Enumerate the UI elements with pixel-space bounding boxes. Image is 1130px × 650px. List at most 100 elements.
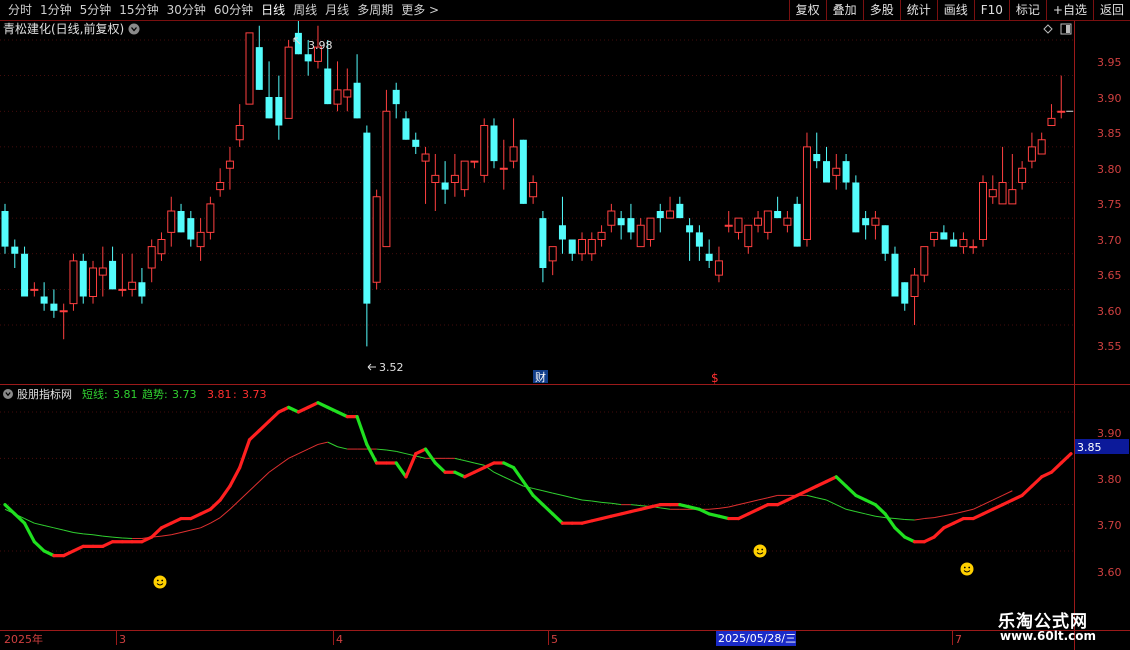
tab-15min[interactable]: 15分钟 — [115, 0, 162, 20]
candle-body — [1, 211, 9, 247]
stats-button[interactable]: 统计 — [899, 0, 937, 20]
short-line-segment — [208, 498, 222, 511]
short-line-segment — [932, 526, 946, 539]
short-line-segment — [355, 415, 369, 447]
candle-body — [363, 132, 371, 304]
tab-daily[interactable]: 日线 — [257, 0, 289, 20]
diamond-icon[interactable] — [1043, 24, 1053, 34]
multi-stock-button[interactable]: 多股 — [862, 0, 900, 20]
fuquan-button[interactable]: 复权 — [788, 0, 826, 20]
candle-body — [587, 239, 596, 255]
candle-body — [206, 203, 215, 233]
trend-line-segment — [924, 517, 935, 520]
f10-button[interactable]: F10 — [973, 0, 1009, 20]
tab-1min[interactable]: 1分钟 — [36, 0, 76, 20]
back-button[interactable]: 返回 — [1092, 0, 1130, 20]
short-line-segment — [697, 507, 711, 516]
trend-line-segment — [630, 504, 641, 507]
title-dropdown-icon[interactable] — [128, 23, 140, 35]
indicator-dropdown-icon[interactable] — [3, 389, 13, 399]
period-toolbar: 分时 1分钟 5分钟 15分钟 30分钟 60分钟 日线 周线 月线 多周期 更… — [0, 0, 1130, 21]
short-line-segment — [22, 521, 36, 544]
tab-multi-period[interactable]: 多周期 — [353, 0, 397, 20]
candle-body — [627, 218, 635, 233]
candle-body — [910, 274, 919, 297]
candle-body — [147, 246, 156, 269]
candle-body — [372, 196, 381, 283]
candle-body — [304, 54, 312, 62]
trend-line-segment — [542, 490, 553, 494]
candle-body — [548, 246, 557, 262]
short-line-segment — [1059, 452, 1073, 465]
trend-line-segment — [34, 522, 45, 526]
short-line-segment — [287, 405, 300, 414]
add-watchlist-button[interactable]: +自选 — [1045, 0, 1093, 20]
candle-body — [177, 211, 185, 233]
trend-line-segment — [748, 499, 759, 503]
short-line-segment — [472, 465, 486, 474]
tab-60min[interactable]: 60分钟 — [210, 0, 257, 20]
short-line-segment — [296, 405, 310, 414]
overlay-button[interactable]: 叠加 — [825, 0, 863, 20]
candle-body — [98, 267, 107, 276]
short-line-segment — [247, 428, 261, 442]
tab-fenshi[interactable]: 分时 — [4, 0, 36, 20]
candle-body — [529, 182, 538, 198]
trend-line-segment — [552, 492, 563, 496]
x-axis-label: 5 — [551, 633, 558, 646]
draw-line-button[interactable]: 画线 — [936, 0, 974, 20]
tab-30min[interactable]: 30分钟 — [163, 0, 210, 20]
mark-button[interactable]: 标记 — [1008, 0, 1046, 20]
trend-line-segment — [943, 513, 954, 517]
candle-body — [891, 253, 899, 297]
candle-body — [324, 68, 332, 105]
short-line-segment — [1010, 493, 1024, 502]
stock-chart[interactable]: 青松建化(日线,前复权) 3.95 3.90 3.85 3.80 3.75 3.… — [0, 21, 1130, 650]
candle-body — [421, 153, 430, 162]
panel-toggle-icon[interactable] — [1060, 23, 1072, 35]
trend-line-segment — [493, 471, 504, 478]
candle-body — [568, 239, 576, 254]
trend-line-segment — [288, 453, 299, 459]
y-tick-label: 3.55 — [1097, 340, 1122, 353]
trend-line-segment — [327, 441, 338, 448]
short-line-segment — [62, 549, 76, 558]
candle-body — [930, 231, 939, 240]
candle-body — [187, 218, 195, 240]
candle-body — [40, 296, 48, 304]
tab-more[interactable]: 更多 > — [397, 0, 443, 20]
candle-body — [490, 125, 498, 162]
trend-line-segment — [464, 460, 475, 464]
short-line-segment — [199, 507, 212, 516]
short-line-segment — [335, 410, 349, 419]
trend-line-segment — [83, 533, 94, 536]
short-line-segment — [903, 535, 917, 544]
tab-monthly[interactable]: 月线 — [321, 0, 353, 20]
y-tick-label: 3.85 — [1097, 127, 1122, 140]
candle-body — [245, 32, 254, 105]
candle-body — [852, 182, 860, 233]
trend-line-segment — [709, 507, 719, 510]
tab-weekly[interactable]: 周线 — [289, 0, 321, 20]
trend-line-segment — [1002, 490, 1013, 496]
candle-body — [118, 288, 127, 291]
short-line-segment — [306, 401, 320, 409]
tab-5min[interactable]: 5分钟 — [76, 0, 116, 20]
short-line-segment — [873, 503, 887, 516]
candle-body — [412, 139, 420, 147]
candle-body — [431, 174, 440, 183]
candle-body — [21, 253, 29, 297]
trend-line-segment — [386, 449, 397, 452]
short-line-segment — [981, 507, 995, 516]
short-line-segment — [952, 516, 966, 525]
candle-body — [1018, 167, 1027, 183]
high-price-label: 3.98 — [308, 39, 333, 52]
trend-line-segment — [953, 511, 964, 515]
x-axis-label: 2025年 — [4, 632, 43, 646]
dividend-marker[interactable]: $ — [711, 371, 719, 385]
short-line-segment — [277, 405, 291, 414]
candle-body — [499, 167, 508, 170]
short-line-segment — [971, 512, 985, 521]
candle-body — [216, 182, 225, 191]
trend-line-segment — [845, 508, 856, 513]
